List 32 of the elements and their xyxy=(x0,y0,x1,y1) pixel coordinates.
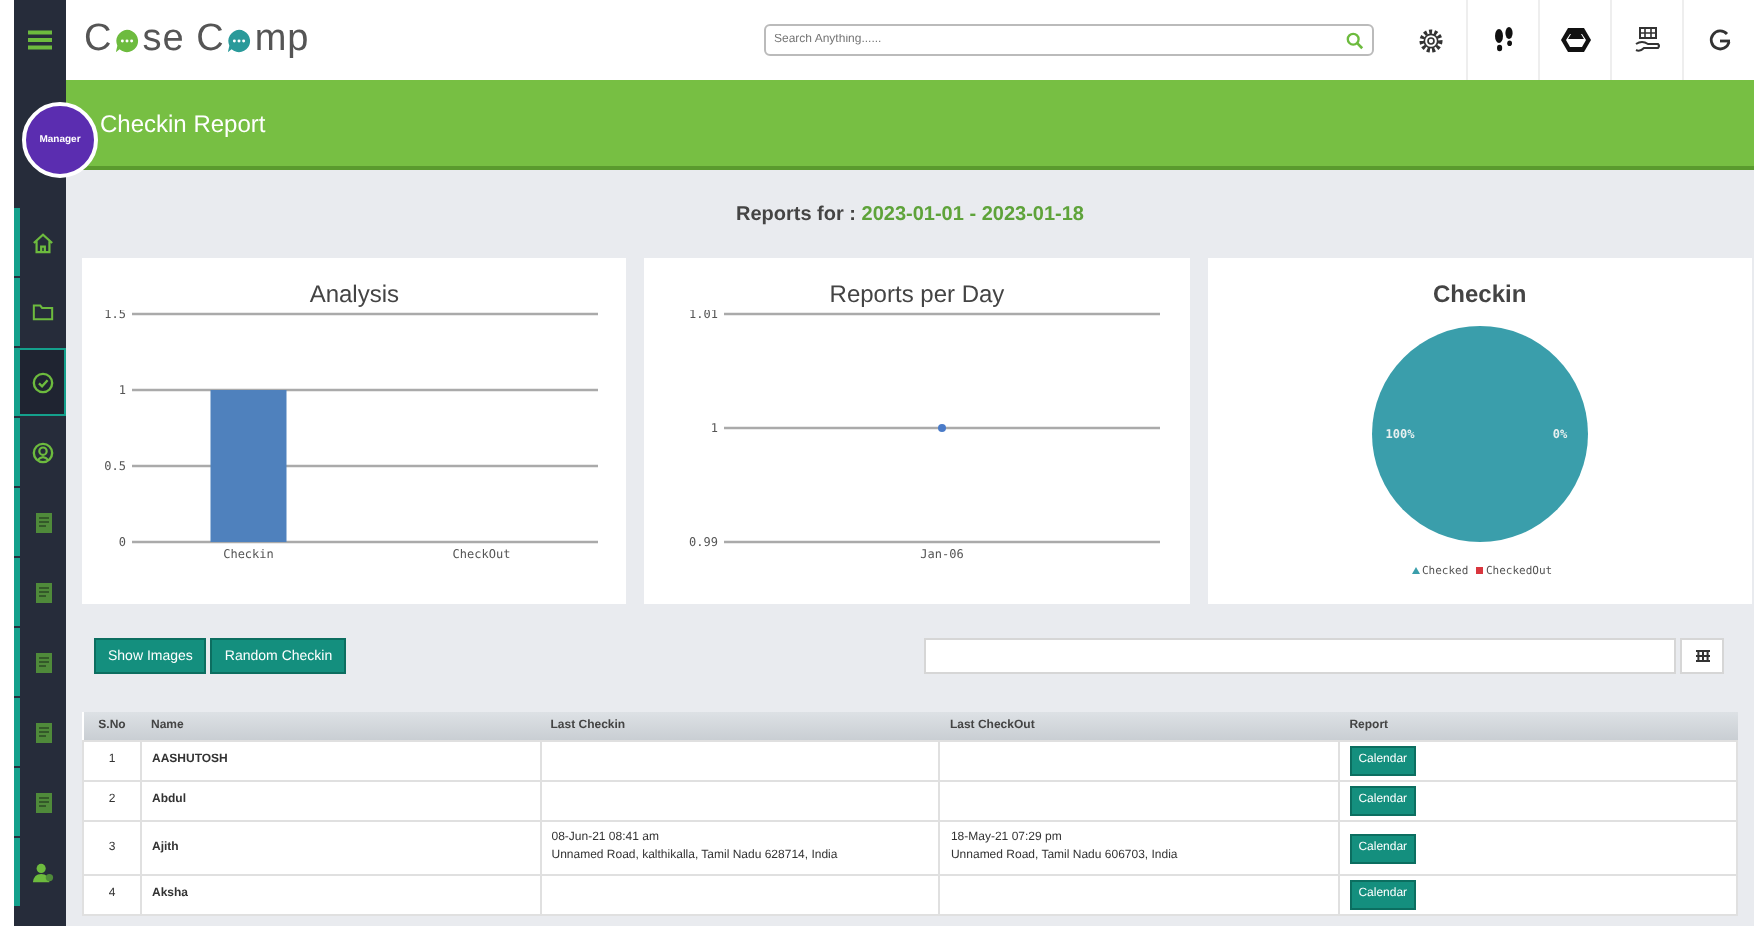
user-circle-icon xyxy=(32,441,54,463)
settings-icon xyxy=(1418,27,1444,53)
speech-bubble-icon xyxy=(226,27,253,53)
chart-title: Checkin xyxy=(1432,278,1527,310)
date-range: 2023-01-01 - 2023-01-18 xyxy=(861,203,1084,225)
check-circle-icon xyxy=(31,371,53,393)
data-point xyxy=(938,424,946,432)
grid-icon xyxy=(1695,650,1709,662)
folder-icon xyxy=(32,302,54,322)
speech-bubble-icon xyxy=(114,27,141,53)
logo: C se C mp xyxy=(84,18,310,62)
footprints-icon xyxy=(1491,26,1515,54)
document-icon xyxy=(33,791,53,813)
page-title: Checkin Report xyxy=(100,109,266,137)
hexagon-icon xyxy=(1559,26,1591,54)
sidebar-item[interactable] xyxy=(14,348,66,416)
chart-title: Reports per Day xyxy=(829,278,1005,310)
table-search-field[interactable] xyxy=(924,638,1676,674)
document-icon xyxy=(33,721,53,743)
document-icon xyxy=(33,581,53,603)
columns-button[interactable] xyxy=(1680,638,1724,674)
stack-icon xyxy=(1633,26,1661,54)
reports-for-label: Reports for : xyxy=(736,203,858,225)
chart-title: Analysis xyxy=(309,278,399,310)
document-icon xyxy=(33,651,53,673)
menu-icon[interactable] xyxy=(28,30,52,50)
legend-marker xyxy=(1475,567,1483,574)
logout-icon xyxy=(1707,28,1731,52)
legend-marker xyxy=(1411,567,1420,574)
home-icon xyxy=(32,231,54,253)
person-icon xyxy=(32,861,54,883)
document-icon xyxy=(33,511,53,533)
